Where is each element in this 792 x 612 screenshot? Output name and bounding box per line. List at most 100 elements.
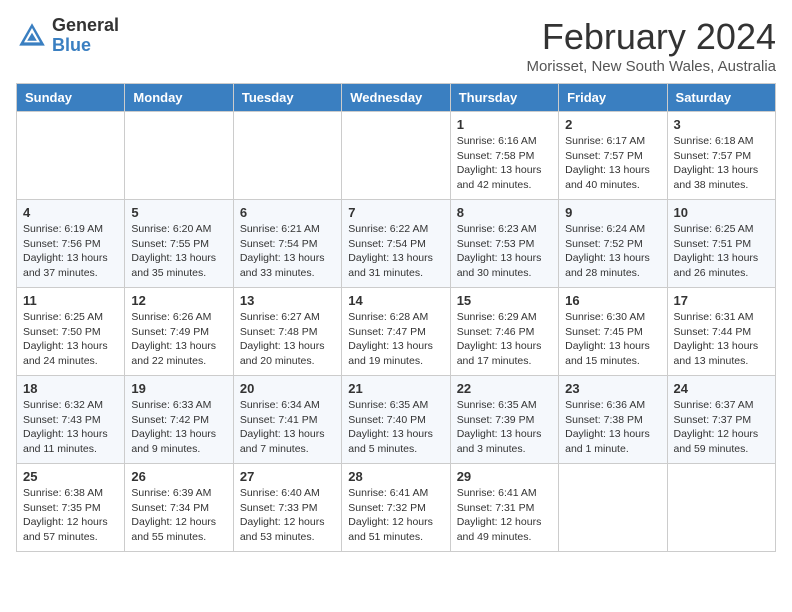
calendar-cell: 14 Sunrise: 6:28 AM Sunset: 7:47 PM Dayli… (342, 288, 450, 376)
day-number: 14 (348, 293, 443, 308)
day-info: Sunrise: 6:38 AM Sunset: 7:35 PM Dayligh… (23, 486, 118, 545)
day-info: Sunrise: 6:41 AM Sunset: 7:32 PM Dayligh… (348, 486, 443, 545)
day-info: Sunrise: 6:32 AM Sunset: 7:43 PM Dayligh… (23, 398, 118, 457)
day-number: 19 (131, 381, 226, 396)
header-thursday: Thursday (450, 84, 558, 112)
calendar-cell: 9 Sunrise: 6:24 AM Sunset: 7:52 PM Daylig… (559, 200, 667, 288)
day-info: Sunrise: 6:35 AM Sunset: 7:39 PM Dayligh… (457, 398, 552, 457)
calendar-cell: 29Sunrise: 6:41 AM Sunset: 7:31 PM Dayli… (450, 464, 558, 552)
header-tuesday: Tuesday (233, 84, 341, 112)
calendar-cell: 2Sunrise: 6:17 AM Sunset: 7:57 PM Daylig… (559, 112, 667, 200)
day-number: 7 (348, 205, 443, 220)
day-info: Sunrise: 6:34 AM Sunset: 7:41 PM Dayligh… (240, 398, 335, 457)
header-wednesday: Wednesday (342, 84, 450, 112)
day-number: 13 (240, 293, 335, 308)
header-monday: Monday (125, 84, 233, 112)
calendar-cell (125, 112, 233, 200)
day-number: 11 (23, 293, 118, 308)
calendar-cell: 13Sunrise: 6:27 AM Sunset: 7:48 PM Dayli… (233, 288, 341, 376)
logo-general: General (52, 16, 119, 36)
calendar-cell: 6 Sunrise: 6:21 AM Sunset: 7:54 PM Daylig… (233, 200, 341, 288)
calendar-cell: 25 Sunrise: 6:38 AM Sunset: 7:35 PM Dayli… (17, 464, 125, 552)
day-info: Sunrise: 6:22 AM Sunset: 7:54 PM Dayligh… (348, 222, 443, 281)
day-info: Sunrise: 6:23 AM Sunset: 7:53 PM Dayligh… (457, 222, 552, 281)
day-number: 29 (457, 469, 552, 484)
calendar-week-3: 11Sunrise: 6:25 AM Sunset: 7:50 PM Dayli… (17, 288, 776, 376)
calendar-cell: 27 Sunrise: 6:40 AM Sunset: 7:33 PM Dayli… (233, 464, 341, 552)
day-number: 5 (131, 205, 226, 220)
calendar-cell: 23 Sunrise: 6:36 AM Sunset: 7:38 PM Dayli… (559, 376, 667, 464)
calendar-cell: 15 Sunrise: 6:29 AM Sunset: 7:46 PM Dayli… (450, 288, 558, 376)
day-number: 21 (348, 381, 443, 396)
day-number: 27 (240, 469, 335, 484)
logo-text: General Blue (52, 16, 119, 56)
day-number: 28 (348, 469, 443, 484)
calendar-cell: 10Sunrise: 6:25 AM Sunset: 7:51 PM Dayli… (667, 200, 775, 288)
day-info: Sunrise: 6:33 AM Sunset: 7:42 PM Dayligh… (131, 398, 226, 457)
day-number: 4 (23, 205, 118, 220)
day-number: 8 (457, 205, 552, 220)
day-info: Sunrise: 6:21 AM Sunset: 7:54 PM Dayligh… (240, 222, 335, 281)
header-friday: Friday (559, 84, 667, 112)
day-info: Sunrise: 6:30 AM Sunset: 7:45 PM Dayligh… (565, 310, 660, 369)
day-info: Sunrise: 6:24 AM Sunset: 7:52 PM Dayligh… (565, 222, 660, 281)
calendar-week-2: 4 Sunrise: 6:19 AM Sunset: 7:56 PM Daylig… (17, 200, 776, 288)
day-number: 9 (565, 205, 660, 220)
calendar-cell (17, 112, 125, 200)
calendar-table: Sunday Monday Tuesday Wednesday Thursday… (16, 83, 776, 552)
calendar-cell (667, 464, 775, 552)
calendar-title: February 2024 (526, 16, 776, 58)
day-info: Sunrise: 6:20 AM Sunset: 7:55 PM Dayligh… (131, 222, 226, 281)
calendar-cell (559, 464, 667, 552)
header-sunday: Sunday (17, 84, 125, 112)
day-number: 1 (457, 117, 552, 132)
header-saturday: Saturday (667, 84, 775, 112)
logo-icon (16, 20, 48, 52)
calendar-subtitle: Morisset, New South Wales, Australia (526, 58, 776, 75)
day-info: Sunrise: 6:19 AM Sunset: 7:56 PM Dayligh… (23, 222, 118, 281)
calendar-cell: 16Sunrise: 6:30 AM Sunset: 7:45 PM Dayli… (559, 288, 667, 376)
calendar-cell: 19 Sunrise: 6:33 AM Sunset: 7:42 PM Dayli… (125, 376, 233, 464)
day-number: 20 (240, 381, 335, 396)
day-number: 24 (674, 381, 769, 396)
day-number: 25 (23, 469, 118, 484)
day-info: Sunrise: 6:29 AM Sunset: 7:46 PM Dayligh… (457, 310, 552, 369)
calendar-cell: 20 Sunrise: 6:34 AM Sunset: 7:41 PM Dayli… (233, 376, 341, 464)
calendar-week-4: 18Sunrise: 6:32 AM Sunset: 7:43 PM Dayli… (17, 376, 776, 464)
day-info: Sunrise: 6:26 AM Sunset: 7:49 PM Dayligh… (131, 310, 226, 369)
day-number: 2 (565, 117, 660, 132)
calendar-cell: 1Sunrise: 6:16 AM Sunset: 7:58 PM Daylig… (450, 112, 558, 200)
calendar-cell: 12Sunrise: 6:26 AM Sunset: 7:49 PM Dayli… (125, 288, 233, 376)
calendar-week-5: 25 Sunrise: 6:38 AM Sunset: 7:35 PM Dayli… (17, 464, 776, 552)
day-number: 23 (565, 381, 660, 396)
calendar-cell: 5 Sunrise: 6:20 AM Sunset: 7:55 PM Daylig… (125, 200, 233, 288)
calendar-cell: 8 Sunrise: 6:23 AM Sunset: 7:53 PM Daylig… (450, 200, 558, 288)
day-info: Sunrise: 6:28 AM Sunset: 7:47 PM Dayligh… (348, 310, 443, 369)
day-number: 3 (674, 117, 769, 132)
calendar-cell (233, 112, 341, 200)
day-number: 6 (240, 205, 335, 220)
calendar-header: Sunday Monday Tuesday Wednesday Thursday… (17, 84, 776, 112)
day-info: Sunrise: 6:36 AM Sunset: 7:38 PM Dayligh… (565, 398, 660, 457)
day-number: 26 (131, 469, 226, 484)
day-number: 15 (457, 293, 552, 308)
calendar-cell: 26 Sunrise: 6:39 AM Sunset: 7:34 PM Dayli… (125, 464, 233, 552)
day-info: Sunrise: 6:39 AM Sunset: 7:34 PM Dayligh… (131, 486, 226, 545)
title-block: February 2024 Morisset, New South Wales,… (526, 16, 776, 75)
calendar-week-1: 1Sunrise: 6:16 AM Sunset: 7:58 PM Daylig… (17, 112, 776, 200)
calendar-cell: 7 Sunrise: 6:22 AM Sunset: 7:54 PM Daylig… (342, 200, 450, 288)
day-info: Sunrise: 6:18 AM Sunset: 7:57 PM Dayligh… (674, 134, 769, 193)
day-info: Sunrise: 6:35 AM Sunset: 7:40 PM Dayligh… (348, 398, 443, 457)
day-info: Sunrise: 6:40 AM Sunset: 7:33 PM Dayligh… (240, 486, 335, 545)
day-number: 17 (674, 293, 769, 308)
calendar-cell: 21 Sunrise: 6:35 AM Sunset: 7:40 PM Dayli… (342, 376, 450, 464)
calendar-cell (342, 112, 450, 200)
day-info: Sunrise: 6:37 AM Sunset: 7:37 PM Dayligh… (674, 398, 769, 457)
calendar-cell: 4 Sunrise: 6:19 AM Sunset: 7:56 PM Daylig… (17, 200, 125, 288)
calendar-cell: 22 Sunrise: 6:35 AM Sunset: 7:39 PM Dayli… (450, 376, 558, 464)
calendar-cell: 18Sunrise: 6:32 AM Sunset: 7:43 PM Dayli… (17, 376, 125, 464)
day-number: 22 (457, 381, 552, 396)
calendar-cell: 28 Sunrise: 6:41 AM Sunset: 7:32 PM Dayli… (342, 464, 450, 552)
day-info: Sunrise: 6:31 AM Sunset: 7:44 PM Dayligh… (674, 310, 769, 369)
calendar-cell: 11Sunrise: 6:25 AM Sunset: 7:50 PM Dayli… (17, 288, 125, 376)
